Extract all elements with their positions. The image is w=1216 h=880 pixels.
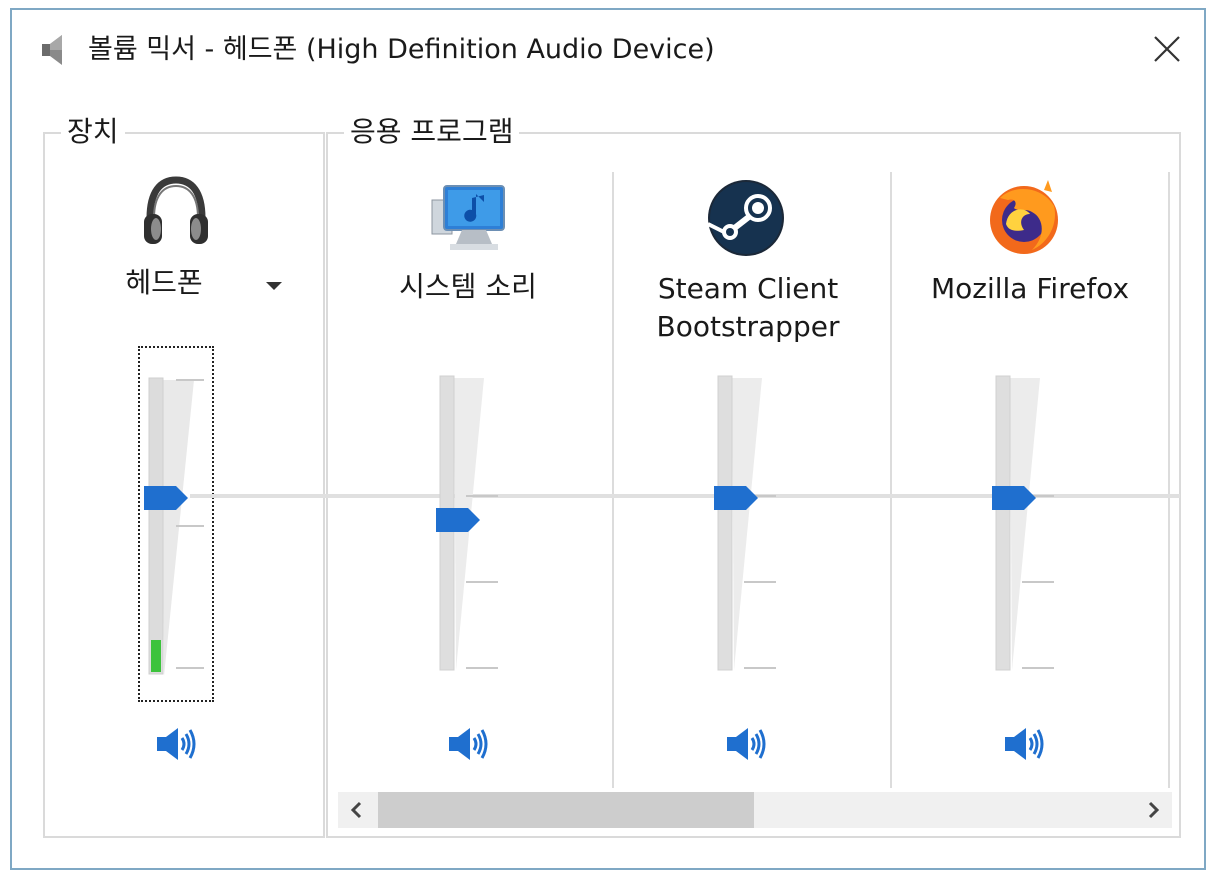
column-divider — [1168, 172, 1170, 788]
title-bar: 볼륨 믹서 - 헤드폰 (High Definition Audio Devic… — [12, 10, 1204, 90]
firefox-mute-button[interactable] — [1002, 724, 1046, 764]
peak-meter — [151, 640, 161, 672]
system-sounds-volume-thumb[interactable] — [434, 506, 482, 534]
firefox-volume-slider[interactable] — [992, 374, 1062, 674]
headphones-icon — [144, 176, 208, 244]
app-name-steam-line1: Steam Client — [657, 272, 839, 305]
scroll-thumb[interactable] — [378, 792, 754, 828]
app-name-system-sounds: 시스템 소리 — [399, 270, 537, 303]
app-name-steam-line2: Bootstrapper — [656, 310, 840, 343]
device-dropdown-arrow[interactable] — [264, 280, 284, 292]
steam-mute-button[interactable] — [724, 724, 768, 764]
volume-mixer-window: 볼륨 믹서 - 헤드폰 (High Definition Audio Devic… — [10, 8, 1206, 870]
steam-volume-thumb[interactable] — [712, 484, 760, 512]
system-sounds-mute-button[interactable] — [446, 724, 490, 764]
close-button[interactable] — [1142, 24, 1192, 74]
device-mute-button[interactable] — [154, 724, 198, 764]
column-divider — [890, 172, 892, 788]
steam-volume-slider[interactable] — [714, 374, 784, 674]
column-divider — [612, 172, 614, 788]
horizontal-scrollbar[interactable] — [338, 792, 1172, 828]
app-name-firefox: Mozilla Firefox — [930, 272, 1130, 305]
steam-icon — [707, 180, 784, 256]
apps-section-label: 응용 프로그램 — [344, 114, 520, 150]
speaker-icon — [42, 35, 62, 65]
device-section-label: 장치 — [61, 114, 125, 150]
firefox-volume-thumb[interactable] — [990, 484, 1038, 512]
system-sounds-icon — [431, 185, 505, 250]
device-volume-slider[interactable] — [138, 346, 214, 702]
scroll-left-arrow-icon[interactable] — [338, 792, 376, 828]
volume-wedge — [162, 380, 194, 676]
window-title: 볼륨 믹서 - 헤드폰 (High Definition Audio Devic… — [88, 34, 715, 65]
scroll-right-arrow-icon[interactable] — [1134, 792, 1172, 828]
firefox-icon — [990, 180, 1058, 254]
device-name: 헤드폰 — [125, 266, 203, 299]
device-volume-thumb[interactable] — [142, 484, 190, 512]
